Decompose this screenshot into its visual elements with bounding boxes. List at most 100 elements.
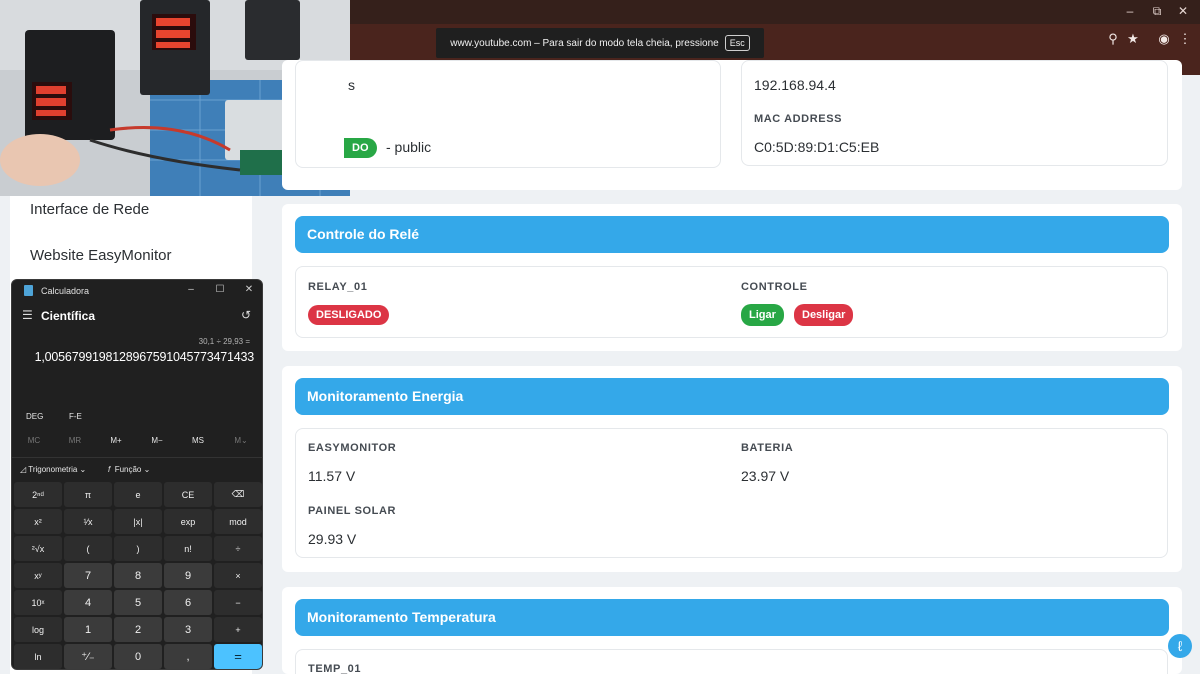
- control-label: CONTROLE: [741, 281, 808, 293]
- relay-card: Controle do Relé RELAY_01 DESLIGADO CONT…: [282, 204, 1182, 351]
- community-text: - public: [386, 139, 432, 155]
- function-label: Função: [114, 465, 142, 474]
- calc-key-33[interactable]: ,: [164, 644, 212, 669]
- calc-key-4[interactable]: ⌫: [214, 482, 262, 507]
- restore-icon[interactable]: ⧉: [1147, 3, 1167, 19]
- relay-card-title: Controle do Relé: [295, 216, 1169, 253]
- calc-key-2[interactable]: e: [114, 482, 162, 507]
- fullscreen-toast: www.youtube.com – Para sair do modo tela…: [436, 28, 764, 58]
- minimize-icon[interactable]: –: [1120, 3, 1140, 19]
- calc-key-25[interactable]: log: [14, 617, 62, 642]
- calculator-titlebar[interactable]: Calculadora – ☐ ✕: [12, 280, 262, 302]
- energy-card-title: Monitoramento Energia: [295, 378, 1169, 415]
- calc-key-34[interactable]: =: [214, 644, 262, 669]
- calc-key-29[interactable]: +: [214, 617, 262, 642]
- calculator-divider: [12, 457, 262, 458]
- calc-key-15[interactable]: xʸ: [14, 563, 62, 588]
- calc-key-6[interactable]: ¹⁄x: [64, 509, 112, 534]
- calc-key-7[interactable]: |x|: [114, 509, 162, 534]
- calc-key-21[interactable]: 4: [64, 590, 112, 615]
- sidebar-item-website-easymonitor[interactable]: Website EasyMonitor: [30, 247, 171, 264]
- network-card: s DO - public 192.168.94.4 MAC ADDRESS C…: [282, 60, 1182, 190]
- calc-key-20[interactable]: 10ˣ: [14, 590, 62, 615]
- bookmark-star-icon[interactable]: ★: [1124, 31, 1142, 47]
- solar-panel-value: 29.93 V: [308, 531, 357, 547]
- calculator-keypad: 2ⁿᵈ π e CE ⌫ x² ¹⁄x |x| exp mod ²√x() n! ÷ xʸ 7 8 9 × 10ˣ 4…: [14, 482, 262, 669]
- solar-panel-label: PAINEL SOLAR: [308, 505, 397, 517]
- relay-off-button[interactable]: Desligar: [794, 304, 854, 326]
- calc-key-16[interactable]: 7: [64, 563, 112, 588]
- relay-01-label: RELAY_01: [308, 281, 368, 293]
- calc-key-19[interactable]: ×: [214, 563, 262, 588]
- calc-key-26[interactable]: 1: [64, 617, 112, 642]
- relay-status-badge: DESLIGADO: [308, 305, 390, 325]
- calc-key-27[interactable]: 2: [114, 617, 162, 642]
- calc-key-10[interactable]: ²√x: [14, 536, 62, 561]
- mac-address-value: C0:5D:89:D1:C5:EB: [754, 139, 880, 155]
- calculator-window[interactable]: Calculadora – ☐ ✕ ☰ Científica ↺ 30,1 ÷ …: [11, 279, 263, 670]
- calc-key-1[interactable]: π: [64, 482, 112, 507]
- relay-on-button[interactable]: Ligar: [741, 304, 784, 326]
- relay-panel: RELAY_01 DESLIGADO CONTROLE Ligar Deslig…: [295, 266, 1168, 338]
- network-left-panel: s DO - public: [295, 60, 721, 168]
- temperature-panel: TEMP_01: [295, 649, 1168, 674]
- calc-key-24[interactable]: −: [214, 590, 262, 615]
- calc-key-31[interactable]: ⁺⁄₋: [64, 644, 112, 669]
- calc-key-32[interactable]: 0: [114, 644, 162, 669]
- battery-label: BATERIA: [741, 442, 794, 454]
- memory-subtract-button[interactable]: M−: [139, 436, 175, 445]
- battery-value: 23.97 V: [741, 468, 790, 484]
- ip-address-value: 192.168.94.4: [754, 77, 836, 93]
- trigonometry-label: Trigonometria: [28, 465, 78, 474]
- calc-key-22[interactable]: 5: [114, 590, 162, 615]
- calc-key-23[interactable]: 6: [164, 590, 212, 615]
- calc-key-17[interactable]: 8: [114, 563, 162, 588]
- easymonitor-value: 11.57 V: [308, 468, 356, 484]
- history-icon[interactable]: ↺: [241, 308, 251, 322]
- memory-store-button[interactable]: MS: [180, 436, 216, 445]
- calc-key-5[interactable]: x²: [14, 509, 62, 534]
- function-dropdown[interactable]: f Função ⌄: [108, 465, 150, 474]
- sidebar-item-interface-de-rede[interactable]: Interface de Rede: [30, 201, 149, 218]
- calc-maximize-icon[interactable]: ☐: [213, 284, 227, 295]
- calc-key-13[interactable]: n!: [164, 536, 212, 561]
- profile-icon[interactable]: ◉: [1155, 31, 1173, 47]
- memory-add-button[interactable]: M+: [98, 436, 134, 445]
- esc-key-hint: Esc: [724, 35, 750, 51]
- calc-key-9[interactable]: mod: [214, 509, 262, 534]
- more-menu-icon[interactable]: ⋮: [1176, 31, 1194, 47]
- network-right-panel: 192.168.94.4 MAC ADDRESS C0:5D:89:D1:C5:…: [741, 60, 1168, 166]
- calculator-expression: 30,1 ÷ 29,93 =: [198, 337, 250, 346]
- calc-key-8[interactable]: exp: [164, 509, 212, 534]
- zoom-icon[interactable]: ⚲: [1104, 31, 1122, 47]
- close-icon[interactable]: ✕: [1173, 3, 1193, 19]
- energy-panel: EASYMONITOR 11.57 V BATERIA 23.97 V PAIN…: [295, 428, 1168, 558]
- hamburger-menu-icon[interactable]: ☰: [22, 308, 33, 322]
- calc-key-28[interactable]: 3: [164, 617, 212, 642]
- energy-card: Monitoramento Energia EASYMONITOR 11.57 …: [282, 366, 1182, 572]
- memory-clear-button[interactable]: MC: [16, 436, 52, 445]
- temperature-card-title: Monitoramento Temperatura: [295, 599, 1169, 636]
- angle-mode-button[interactable]: DEG: [26, 412, 43, 421]
- calc-key-30[interactable]: ln: [14, 644, 62, 669]
- calculator-title: Calculadora: [41, 286, 90, 296]
- memory-list-button[interactable]: M⌄: [223, 436, 259, 445]
- temperature-card: Monitoramento Temperatura TEMP_01: [282, 587, 1182, 674]
- network-partial-label: s: [348, 77, 355, 93]
- fullscreen-message: www.youtube.com – Para sair do modo tela…: [450, 37, 719, 49]
- memory-recall-button[interactable]: MR: [57, 436, 93, 445]
- community-badge: DO: [344, 138, 377, 158]
- calc-close-icon[interactable]: ✕: [242, 284, 256, 295]
- calc-key-0[interactable]: 2ⁿᵈ: [14, 482, 62, 507]
- calc-minimize-icon[interactable]: –: [184, 284, 198, 295]
- chat-launcher-icon[interactable]: ℓ: [1168, 634, 1192, 658]
- mac-address-label: MAC ADDRESS: [754, 113, 843, 125]
- fe-button[interactable]: F-E: [69, 412, 82, 421]
- calc-key-12[interactable]: ): [114, 536, 162, 561]
- calc-key-14[interactable]: ÷: [214, 536, 262, 561]
- calc-key-11[interactable]: (: [64, 536, 112, 561]
- calc-key-3[interactable]: CE: [164, 482, 212, 507]
- temp-01-label: TEMP_01: [308, 663, 362, 674]
- trigonometry-dropdown[interactable]: ◿ Trigonometria ⌄: [20, 465, 86, 474]
- calc-key-18[interactable]: 9: [164, 563, 212, 588]
